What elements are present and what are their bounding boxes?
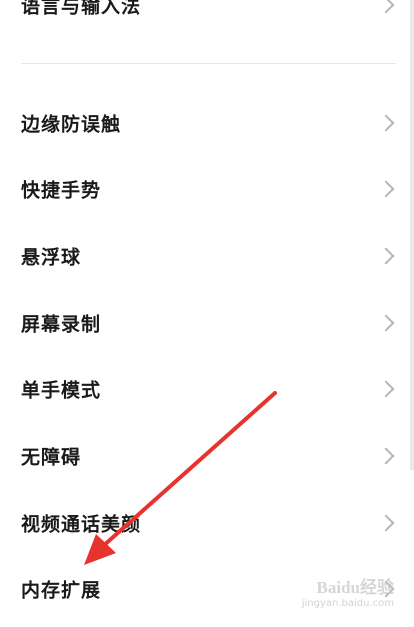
chevron-right-icon [377,514,395,532]
settings-item-accessibility[interactable]: 无障碍 [0,423,410,489]
settings-item-screen-recording[interactable]: 屏幕录制 [0,290,410,356]
settings-item-label: 语言与输入法 [21,0,142,18]
watermark-main: Baidu经验 [316,578,394,597]
chevron-right-icon [377,247,395,265]
scrollbar-track[interactable] [410,0,414,470]
settings-item-label: 快捷手势 [21,179,102,202]
chevron-right-icon [377,0,395,14]
settings-item-edge-touch-protection[interactable]: 边缘防误触 [0,90,410,156]
settings-item-one-hand-mode[interactable]: 单手模式 [0,356,410,422]
settings-item-quick-gestures[interactable]: 快捷手势 [0,156,410,222]
chevron-right-icon [377,314,395,332]
chevron-right-icon [377,114,395,132]
settings-item-label: 无障碍 [21,446,82,469]
settings-item-label: 屏幕录制 [21,313,102,336]
chevron-right-icon [377,447,395,465]
settings-item-floating-ball[interactable]: 悬浮球 [0,223,410,289]
settings-item-video-call-beauty[interactable]: 视频通话美颜 [0,490,410,556]
chevron-right-icon [377,180,395,198]
baidu-watermark: Baidu经验 jingyan.baidu.com [302,573,394,609]
settings-item-language-input[interactable]: 语言与输入法 [0,0,410,38]
section-divider [21,63,396,64]
chevron-right-icon [377,380,395,398]
settings-item-label: 边缘防误触 [21,113,122,136]
settings-item-label: 悬浮球 [21,246,82,269]
watermark-sub: jingyan.baidu.com [301,598,394,609]
settings-screen: 语言与输入法 边缘防误触 快捷手势 悬浮球 屏幕录制 单手模式 无障碍 视频通话… [0,0,414,627]
settings-item-label: 内存扩展 [21,579,102,602]
settings-item-label: 单手模式 [21,379,102,402]
settings-item-label: 视频通话美颜 [21,513,142,536]
